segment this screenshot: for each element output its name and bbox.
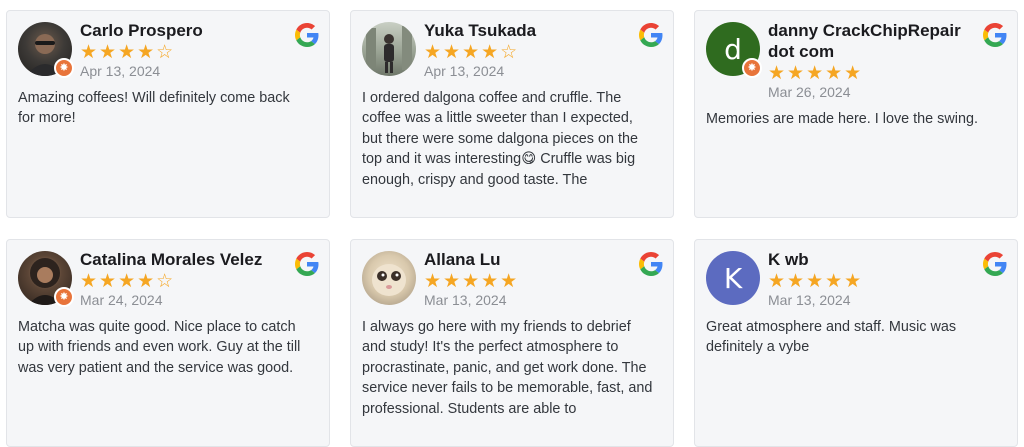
review-card: Yuka Tsukada ★★★★☆ Apr 13, 2024 I ordere… (350, 10, 674, 218)
avatar-letter-circle: K (706, 251, 760, 305)
reviewer-name[interactable]: Allana Lu (424, 249, 620, 270)
reviewer-name[interactable]: danny CrackChipRepair dot com (768, 20, 964, 62)
avatar-letter: K (723, 261, 743, 295)
star-rating: ★★★★☆ (80, 270, 176, 292)
reviewer-avatar[interactable]: ✸ (18, 22, 74, 78)
avatar-letter: d (724, 32, 742, 66)
person-silhouette-icon (366, 26, 412, 73)
review-text: Matcha was quite good. Nice place to cat… (18, 319, 301, 376)
review-date: Mar 24, 2024 (80, 292, 163, 308)
reviewer-name[interactable]: K wb (768, 249, 964, 270)
reviewer-avatar[interactable]: d ✸ (706, 22, 762, 78)
google-g-icon[interactable] (295, 23, 319, 47)
google-g-icon[interactable] (639, 252, 663, 276)
reviewer-avatar[interactable]: ✸ (18, 251, 74, 307)
reviewer-avatar[interactable] (362, 251, 416, 305)
review-text: I always go here with my friends to debr… (362, 319, 653, 417)
review-date: Mar 26, 2024 (768, 84, 851, 100)
star-rating: ★★★★★ (768, 62, 864, 84)
review-date: Mar 13, 2024 (424, 292, 507, 308)
review-card: ✸ Carlo Prospero ★★★★☆ Apr 13, 2024 Amaz… (6, 10, 330, 218)
avatar-photo (362, 22, 416, 76)
review-text: Memories are made here. I love the swing… (706, 111, 978, 127)
local-guide-badge-icon: ✸ (742, 58, 762, 78)
review-card: d ✸ danny CrackChipRepair dot com ★★★★★ … (694, 10, 1018, 218)
reviewer-name[interactable]: Carlo Prospero (80, 20, 276, 41)
local-guide-badge-icon: ✸ (54, 287, 74, 307)
review-card: K K wb ★★★★★ Mar 13, 2024 Great atmosphe… (694, 239, 1018, 447)
review-text: I ordered dalgona coffee and cruffle. Th… (362, 90, 639, 188)
review-date: Apr 13, 2024 (80, 63, 161, 79)
star-rating: ★★★★☆ (80, 41, 176, 63)
review-text: Amazing coffees! Will definitely come ba… (18, 90, 290, 127)
cat-face-icon (372, 264, 406, 296)
review-card: Allana Lu ★★★★★ Mar 13, 2024 I always go… (350, 239, 674, 447)
reviewer-name[interactable]: Catalina Morales Velez (80, 249, 276, 270)
reviewer-avatar[interactable] (362, 22, 416, 76)
google-g-icon[interactable] (983, 23, 1007, 47)
reviewer-avatar[interactable]: K (706, 251, 760, 305)
local-guide-badge-icon: ✸ (54, 58, 74, 78)
review-card: ✸ Catalina Morales Velez ★★★★☆ Mar 24, 2… (6, 239, 330, 447)
star-rating: ★★★★☆ (424, 41, 520, 63)
avatar-photo (362, 251, 416, 305)
star-rating: ★★★★★ (424, 270, 520, 292)
google-g-icon[interactable] (983, 252, 1007, 276)
review-date: Apr 13, 2024 (424, 63, 505, 79)
reviewer-name[interactable]: Yuka Tsukada (424, 20, 620, 41)
google-g-icon[interactable] (295, 252, 319, 276)
star-rating: ★★★★★ (768, 270, 864, 292)
review-date: Mar 13, 2024 (768, 292, 851, 308)
google-g-icon[interactable] (639, 23, 663, 47)
review-text: Great atmosphere and staff. Music was de… (706, 319, 957, 356)
